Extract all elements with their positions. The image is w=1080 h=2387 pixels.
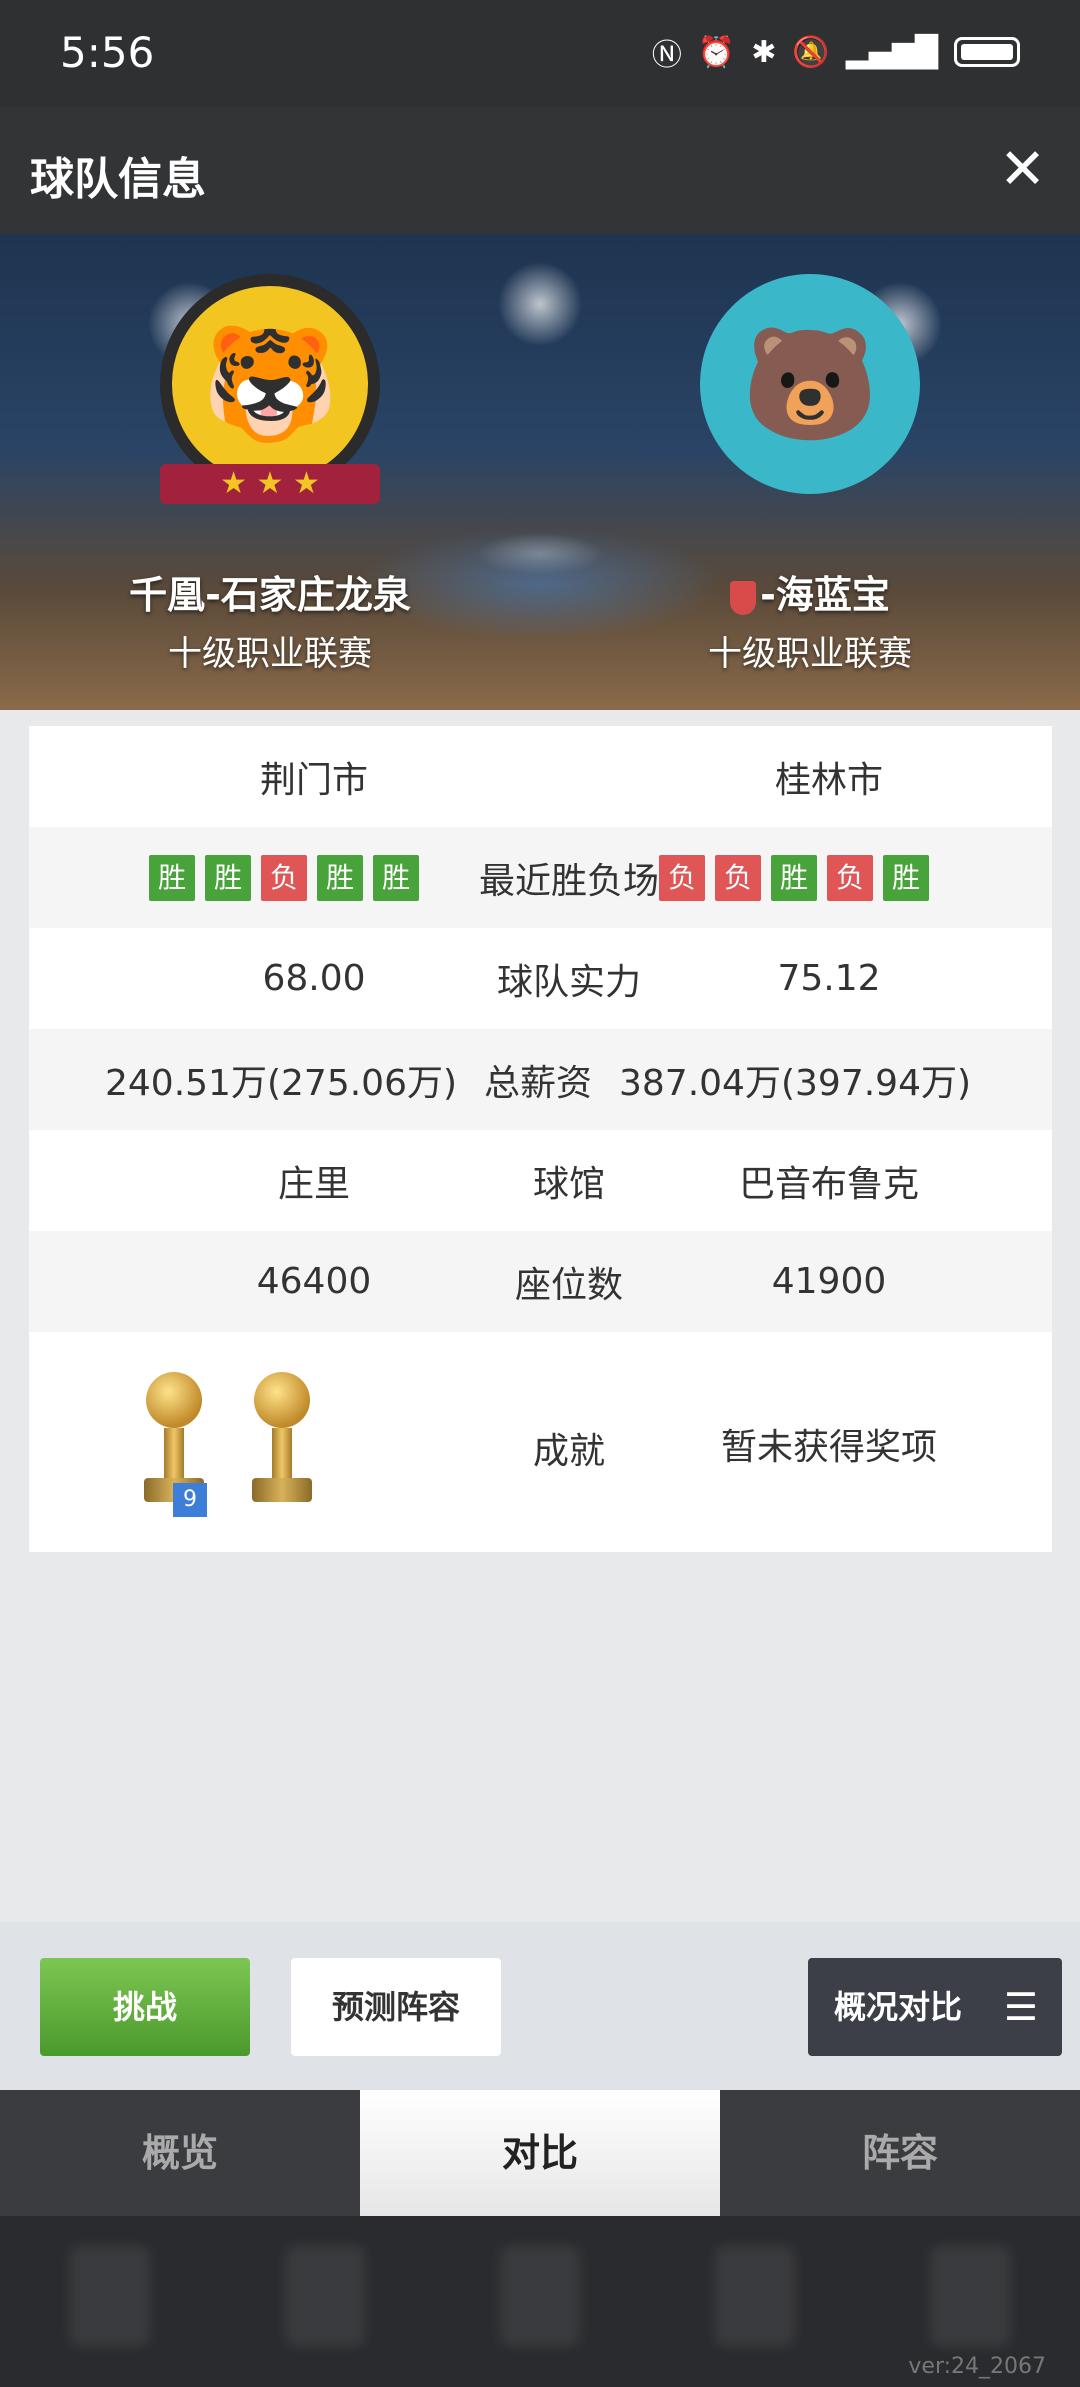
result-badge: 胜 bbox=[317, 854, 363, 901]
tab-compare[interactable]: 对比 bbox=[360, 2090, 720, 2216]
result-badge: 负 bbox=[659, 854, 705, 901]
battery-icon bbox=[954, 37, 1020, 67]
page-title: 球队信息 bbox=[30, 154, 206, 205]
arena-row: 庄里 球馆 巴音布鲁克 bbox=[29, 1130, 1052, 1231]
right-salary: 387.04万(397.94万) bbox=[619, 1062, 972, 1104]
right-city: 桂林市 bbox=[774, 759, 883, 801]
nav-item[interactable] bbox=[715, 2246, 795, 2346]
predict-lineup-button[interactable]: 预测阵容 bbox=[291, 1958, 501, 2056]
right-strength: 75.12 bbox=[777, 958, 881, 999]
seats-row: 46400 座位数 41900 bbox=[29, 1231, 1052, 1332]
result-badge: 胜 bbox=[883, 854, 929, 901]
nav-item[interactable] bbox=[70, 2246, 150, 2346]
team-banner: 🐯 ★ ★ ★ 千凰-石家庄龙泉 十级职业联赛 🐻 -海蓝宝 十级职业联赛 bbox=[0, 234, 1080, 710]
logo-ribbon: ★ ★ ★ bbox=[160, 464, 380, 504]
left-arena: 庄里 bbox=[277, 1163, 350, 1205]
action-bar: 挑战 预测阵容 概况对比 ☰ bbox=[0, 1922, 1080, 2090]
title-bar: 球队信息 ✕ bbox=[0, 107, 1080, 234]
result-badge: 负 bbox=[715, 854, 761, 901]
challenge-button[interactable]: 挑战 bbox=[40, 1958, 250, 2056]
nfc-icon: Ⓝ bbox=[651, 38, 682, 73]
bear-logo: 🐻 bbox=[700, 274, 920, 494]
left-team-name: 千凰-石家庄龙泉 bbox=[129, 573, 411, 617]
bottom-nav: ver:24_2067 bbox=[0, 2216, 1080, 2387]
bluetooth-icon: ✱ bbox=[751, 34, 777, 70]
salary-row: 240.51万(275.06万) 总薪资 387.04万(397.94万) bbox=[29, 1029, 1052, 1130]
tiger-logo: 🐯 bbox=[160, 274, 380, 494]
nav-item[interactable] bbox=[930, 2246, 1010, 2346]
tab-overview[interactable]: 概览 bbox=[0, 2090, 360, 2216]
comparison-panel: 荆门市 桂林市 胜胜负胜胜 最近胜负场 负负胜负胜 68.00 球队实力 75.… bbox=[29, 726, 1052, 1552]
left-city: 荆门市 bbox=[259, 759, 368, 801]
trophy-icon[interactable] bbox=[247, 1372, 317, 1512]
right-team-name: -海蓝宝 bbox=[760, 573, 890, 617]
right-recent-results: 负负胜负胜 bbox=[654, 854, 934, 901]
close-icon[interactable]: ✕ bbox=[999, 137, 1046, 202]
salary-label: 总薪资 bbox=[484, 1062, 593, 1104]
result-badge: 负 bbox=[827, 854, 873, 901]
left-strength: 68.00 bbox=[262, 958, 366, 999]
status-bar: 5:56 Ⓝ ⏰ ✱ 🔕 ▂▄▆█ bbox=[0, 0, 1080, 107]
right-achievements: 暂未获得奖项 bbox=[720, 1427, 937, 1468]
4g-signal-icon: ▂▄▆█ bbox=[845, 34, 938, 70]
trophy-count-badge: 9 bbox=[173, 1483, 207, 1517]
city-row: 荆门市 桂林市 bbox=[29, 726, 1052, 827]
nav-item[interactable] bbox=[285, 2246, 365, 2346]
status-time: 5:56 bbox=[60, 28, 155, 77]
overview-compare-label: 概况对比 bbox=[834, 1988, 963, 2026]
mute-icon: 🔕 bbox=[792, 34, 830, 70]
overview-compare-button[interactable]: 概况对比 ☰ bbox=[808, 1958, 1062, 2056]
left-seats: 46400 bbox=[256, 1261, 372, 1302]
left-team-league: 十级职业联赛 bbox=[168, 634, 372, 674]
right-arena: 巴音布鲁克 bbox=[738, 1163, 919, 1205]
right-seats: 41900 bbox=[771, 1261, 887, 1302]
result-badge: 胜 bbox=[373, 854, 419, 901]
shield-icon bbox=[730, 580, 757, 615]
result-badge: 负 bbox=[261, 854, 307, 901]
tab-bar: 概览 对比 阵容 bbox=[0, 2090, 1080, 2216]
right-team-name-wrap: -海蓝宝 bbox=[540, 564, 1080, 619]
menu-icon: ☰ bbox=[1003, 1985, 1038, 2029]
recent-row: 胜胜负胜胜 最近胜负场 负负胜负胜 bbox=[29, 827, 1052, 928]
result-badge: 胜 bbox=[205, 854, 251, 901]
version-label: ver:24_2067 bbox=[908, 2354, 1046, 2379]
result-badge: 胜 bbox=[771, 854, 817, 901]
status-icons: Ⓝ ⏰ ✱ 🔕 ▂▄▆█ bbox=[652, 30, 1020, 74]
strength-row: 68.00 球队实力 75.12 bbox=[29, 928, 1052, 1029]
achievement-row: 9 成就 暂未获得奖项 bbox=[29, 1332, 1052, 1552]
result-badge: 胜 bbox=[149, 854, 195, 901]
alarm-icon: ⏰ bbox=[697, 34, 736, 70]
nav-item[interactable] bbox=[500, 2246, 580, 2346]
left-recent-results: 胜胜负胜胜 bbox=[144, 854, 424, 901]
left-salary: 240.51万(275.06万) bbox=[105, 1062, 458, 1104]
tab-lineup[interactable]: 阵容 bbox=[720, 2090, 1080, 2216]
right-team-league: 十级职业联赛 bbox=[708, 634, 912, 674]
